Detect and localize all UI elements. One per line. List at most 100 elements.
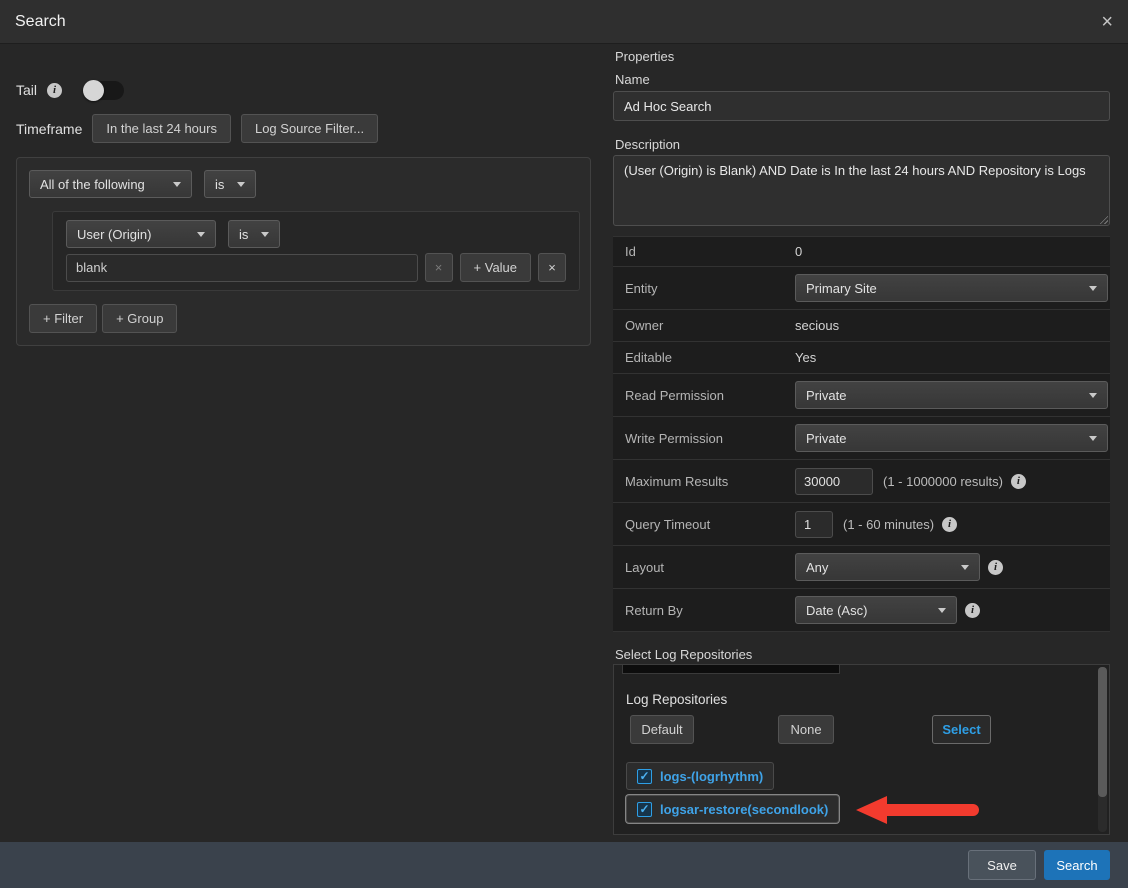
rule-field-dropdown[interactable]: User (Origin) bbox=[66, 220, 216, 248]
property-value: secious bbox=[795, 318, 839, 333]
maximum-results-input[interactable] bbox=[795, 468, 873, 495]
layout-dropdown[interactable]: Any bbox=[795, 553, 980, 581]
chevron-down-icon bbox=[1089, 286, 1097, 291]
repo-item-logsar-restore-secondlook[interactable]: ✓ logsar-restore(secondlook) bbox=[626, 795, 839, 823]
checkbox-checked-icon[interactable]: ✓ bbox=[637, 769, 652, 784]
tail-row: Tail i bbox=[16, 78, 124, 102]
chevron-down-icon bbox=[1089, 393, 1097, 398]
property-label: Write Permission bbox=[625, 431, 795, 446]
remove-rule-button[interactable]: × bbox=[538, 253, 566, 282]
maximum-results-hint: (1 - 1000000 results) bbox=[883, 474, 1003, 489]
arrow-head bbox=[856, 796, 887, 824]
none-button[interactable]: None bbox=[778, 715, 834, 744]
chevron-down-icon bbox=[173, 182, 181, 187]
layout-value: Any bbox=[806, 560, 828, 575]
description-label: Description bbox=[615, 137, 680, 152]
filter-rule-field-row: User (Origin) is bbox=[66, 220, 566, 248]
timeframe-range-button[interactable]: In the last 24 hours bbox=[92, 114, 231, 143]
read-permission-dropdown[interactable]: Private bbox=[795, 381, 1108, 409]
arrow-tail bbox=[886, 804, 979, 816]
property-row-id: Id 0 bbox=[613, 237, 1110, 267]
chevron-down-icon bbox=[237, 182, 245, 187]
scrollbar-thumb[interactable] bbox=[1098, 667, 1107, 797]
log-source-filter-button[interactable]: Log Source Filter... bbox=[241, 114, 378, 143]
read-permission-value: Private bbox=[806, 388, 846, 403]
property-row-editable: Editable Yes bbox=[613, 342, 1110, 374]
filter-actions-row: + Filter + Group bbox=[29, 304, 578, 333]
entity-dropdown-value: Primary Site bbox=[806, 281, 877, 296]
query-timeout-input[interactable] bbox=[795, 511, 833, 538]
add-value-button[interactable]: + Value bbox=[460, 253, 532, 282]
write-permission-value: Private bbox=[806, 431, 846, 446]
info-icon: i bbox=[1011, 474, 1026, 489]
remove-value-button[interactable]: × bbox=[425, 253, 453, 282]
description-textarea[interactable]: (User (Origin) is Blank) AND Date is In … bbox=[613, 155, 1110, 226]
close-icon[interactable]: × bbox=[1101, 12, 1113, 32]
filter-rule-value-row: × + Value × bbox=[66, 253, 566, 282]
chevron-down-icon bbox=[261, 232, 269, 237]
repo-item-logs-logrhythm[interactable]: ✓ logs-(logrhythm) bbox=[626, 762, 774, 790]
clipped-scrolled-element bbox=[622, 665, 840, 674]
add-filter-button[interactable]: + Filter bbox=[29, 304, 97, 333]
filter-rule: User (Origin) is × + Value × bbox=[52, 211, 580, 291]
property-value: 0 bbox=[795, 244, 802, 259]
timeframe-row: Timeframe In the last 24 hours Log Sourc… bbox=[16, 114, 378, 143]
property-label: Editable bbox=[625, 350, 795, 365]
properties-heading: Properties bbox=[615, 49, 674, 64]
property-value: Yes bbox=[795, 350, 816, 365]
dialog-title: Search bbox=[15, 13, 66, 31]
property-label: Entity bbox=[625, 281, 795, 296]
checkbox-checked-icon[interactable]: ✓ bbox=[637, 802, 652, 817]
scrollbar-track[interactable] bbox=[1098, 667, 1107, 832]
timeframe-label: Timeframe bbox=[16, 121, 82, 137]
info-icon: i bbox=[47, 83, 62, 98]
property-label: Maximum Results bbox=[625, 474, 795, 489]
add-group-button[interactable]: + Group bbox=[102, 304, 177, 333]
group-operator-dropdown[interactable]: All of the following bbox=[29, 170, 192, 198]
entity-dropdown[interactable]: Primary Site bbox=[795, 274, 1108, 302]
repo-item-label: logs-(logrhythm) bbox=[660, 769, 763, 784]
select-log-repositories-heading: Select Log Repositories bbox=[615, 647, 752, 662]
filter-group-row: All of the following is bbox=[29, 170, 578, 198]
default-button[interactable]: Default bbox=[630, 715, 694, 744]
group-condition-dropdown[interactable]: is bbox=[204, 170, 256, 198]
dialog-footer: Save Search bbox=[0, 842, 1128, 888]
tail-toggle[interactable] bbox=[84, 81, 124, 100]
return-by-dropdown[interactable]: Date (Asc) bbox=[795, 596, 957, 624]
info-icon: i bbox=[965, 603, 980, 618]
property-row-owner: Owner secious bbox=[613, 310, 1110, 342]
chevron-down-icon bbox=[1089, 436, 1097, 441]
property-row-entity: Entity Primary Site bbox=[613, 267, 1110, 310]
property-row-read-permission: Read Permission Private bbox=[613, 374, 1110, 417]
group-condition-value: is bbox=[215, 177, 224, 192]
description-field-wrap: (User (Origin) is Blank) AND Date is In … bbox=[613, 155, 1110, 226]
log-repositories-panel: Log Repositories Default None Select ✓ l… bbox=[613, 664, 1110, 835]
search-button[interactable]: Search bbox=[1044, 850, 1110, 880]
filter-builder: All of the following is User (Origin) is bbox=[16, 157, 591, 346]
property-label: Id bbox=[625, 244, 795, 259]
group-operator-value: All of the following bbox=[40, 177, 145, 192]
property-row-query-timeout: Query Timeout (1 - 60 minutes) i bbox=[613, 503, 1110, 546]
properties-table: Id 0 Entity Primary Site Owner secious E… bbox=[613, 236, 1110, 632]
property-label: Layout bbox=[625, 560, 795, 575]
repo-buttons-row: Default None Select bbox=[630, 715, 1080, 743]
tail-label: Tail bbox=[16, 82, 37, 98]
write-permission-dropdown[interactable]: Private bbox=[795, 424, 1108, 452]
chevron-down-icon bbox=[961, 565, 969, 570]
save-button[interactable]: Save bbox=[968, 850, 1036, 880]
property-label: Query Timeout bbox=[625, 517, 795, 532]
repo-item-label: logsar-restore(secondlook) bbox=[660, 802, 828, 817]
rule-value-input[interactable] bbox=[66, 254, 418, 282]
info-icon: i bbox=[988, 560, 1003, 575]
rule-operator-dropdown[interactable]: is bbox=[228, 220, 280, 248]
dialog-titlebar: Search × bbox=[0, 0, 1128, 44]
property-row-return-by: Return By Date (Asc) i bbox=[613, 589, 1110, 632]
property-label: Owner bbox=[625, 318, 795, 333]
name-label: Name bbox=[615, 72, 650, 87]
log-repositories-title: Log Repositories bbox=[626, 692, 727, 707]
return-by-value: Date (Asc) bbox=[806, 603, 867, 618]
name-input[interactable] bbox=[613, 91, 1110, 121]
select-button[interactable]: Select bbox=[932, 715, 991, 744]
property-row-write-permission: Write Permission Private bbox=[613, 417, 1110, 460]
rule-operator-value: is bbox=[239, 227, 248, 242]
